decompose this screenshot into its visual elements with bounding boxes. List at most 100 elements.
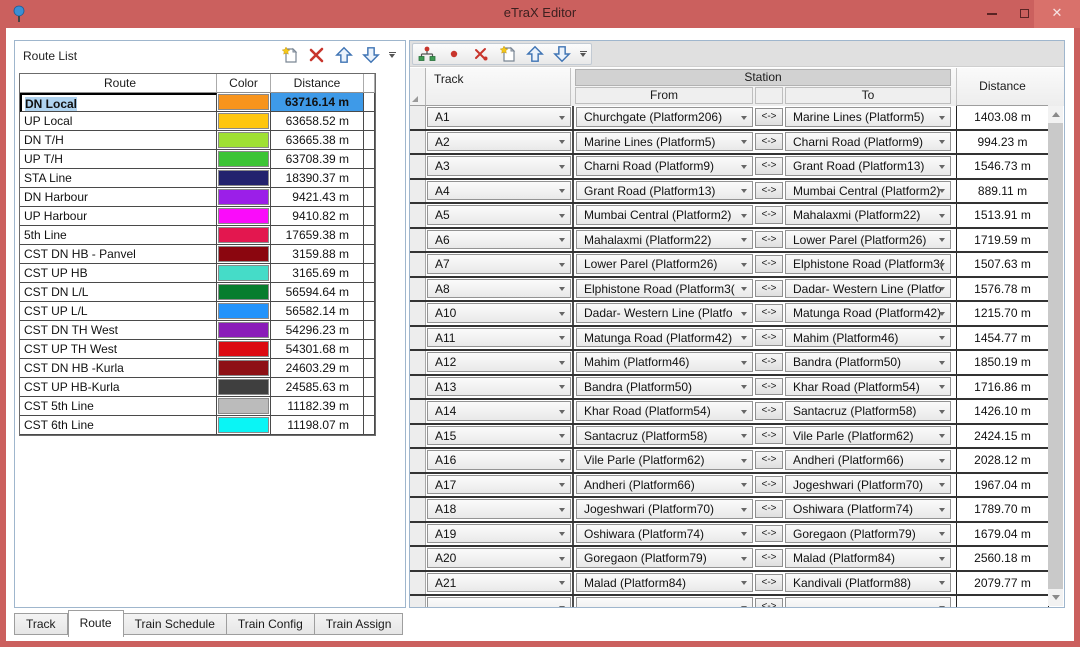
column-header-from[interactable]: From xyxy=(575,87,753,104)
from-station-dropdown[interactable]: Khar Road (Platform54) xyxy=(576,401,753,421)
to-station-dropdown[interactable]: Andheri (Platform66) xyxy=(785,450,951,470)
track-distance-cell[interactable]: 994.23 m xyxy=(956,131,1049,154)
row-selector-cell[interactable] xyxy=(410,474,426,497)
to-station-dropdown[interactable]: Khar Road (Platform54) xyxy=(785,377,951,397)
row-selector-cell[interactable] xyxy=(410,229,426,252)
row-selector-cell[interactable] xyxy=(410,596,426,607)
from-station-dropdown[interactable]: Churchgate (Platform206) xyxy=(576,107,753,127)
route-name-cell[interactable]: CST 6th Line xyxy=(20,416,217,435)
track-distance-cell[interactable]: 1454.77 m xyxy=(956,327,1049,350)
track-dropdown[interactable]: A11 xyxy=(427,328,571,348)
row-selector-cell[interactable] xyxy=(410,327,426,350)
move-down-button[interactable] xyxy=(551,43,573,65)
swap-direction-button[interactable]: <-> xyxy=(755,549,783,567)
from-station-dropdown[interactable]: Mahalaxmi (Platform22) xyxy=(576,230,753,250)
route-name-cell[interactable]: CST DN HB -Kurla xyxy=(20,359,217,378)
track-distance-cell[interactable]: 1850.19 m xyxy=(956,351,1049,374)
track-dropdown[interactable] xyxy=(427,597,571,607)
column-header-distance[interactable]: Distance xyxy=(271,74,364,93)
route-distance-cell[interactable]: 11182.39 m xyxy=(271,397,364,416)
track-dropdown[interactable]: A16 xyxy=(427,450,571,470)
from-station-dropdown[interactable]: Marine Lines (Platform5) xyxy=(576,132,753,152)
route-row[interactable]: DN T/H63665.38 m xyxy=(20,131,375,150)
minimize-button[interactable] xyxy=(976,0,1008,28)
route-distance-cell[interactable]: 3165.69 m xyxy=(271,264,364,283)
route-color-cell[interactable] xyxy=(217,359,271,378)
route-color-cell[interactable] xyxy=(217,378,271,397)
track-dropdown[interactable]: A5 xyxy=(427,205,571,225)
route-row[interactable]: STA Line 18390.37 m xyxy=(20,169,375,188)
row-selector-cell[interactable] xyxy=(410,523,426,546)
to-station-dropdown[interactable]: Lower Parel (Platform26) xyxy=(785,230,951,250)
route-color-cell[interactable] xyxy=(217,93,271,112)
route-name-cell[interactable]: STA Line xyxy=(20,169,217,188)
new-item-button[interactable] xyxy=(279,44,301,66)
from-station-dropdown[interactable]: Jogeshwari (Platform70) xyxy=(576,499,753,519)
to-station-dropdown[interactable]: Vile Parle (Platform62) xyxy=(785,426,951,446)
track-distance-cell[interactable]: 2028.12 m xyxy=(956,449,1049,472)
route-name-cell[interactable]: DN T/H xyxy=(20,131,217,150)
swap-direction-button[interactable]: <-> xyxy=(755,133,783,151)
from-station-dropdown[interactable]: Lower Parel (Platform26) xyxy=(576,254,753,274)
from-station-dropdown[interactable]: Bandra (Platform50) xyxy=(576,377,753,397)
swap-direction-button[interactable]: <-> xyxy=(755,206,783,224)
tree-button[interactable] xyxy=(416,43,438,65)
route-row[interactable]: CST UP HB-Kurla24585.63 m xyxy=(20,378,375,397)
route-color-cell[interactable] xyxy=(217,264,271,283)
from-station-dropdown[interactable]: Dadar- Western Line (Platfo xyxy=(576,303,753,323)
track-distance-cell[interactable]: 1513.91 m xyxy=(956,204,1049,227)
route-color-cell[interactable] xyxy=(217,302,271,321)
track-dropdown[interactable]: A3 xyxy=(427,156,571,176)
route-distance-cell[interactable]: 54301.68 m xyxy=(271,340,364,359)
route-distance-cell[interactable]: 18390.37 m xyxy=(271,169,364,188)
swap-direction-button[interactable]: <-> xyxy=(755,280,783,298)
to-station-dropdown[interactable]: Kandivali (Platform88) xyxy=(785,573,951,593)
from-station-dropdown[interactable]: Charni Road (Platform9) xyxy=(576,156,753,176)
track-distance-cell[interactable]: 2079.77 m xyxy=(956,572,1049,595)
track-dropdown[interactable]: A2 xyxy=(427,132,571,152)
route-distance-cell[interactable]: 54296.23 m xyxy=(271,321,364,340)
route-color-cell[interactable] xyxy=(217,245,271,264)
swap-direction-button[interactable]: <-> xyxy=(755,353,783,371)
route-color-cell[interactable] xyxy=(217,416,271,435)
from-station-dropdown[interactable]: Matunga Road (Platform42) xyxy=(576,328,753,348)
column-header-distance[interactable]: Distance xyxy=(956,68,1048,106)
track-dropdown[interactable]: A17 xyxy=(427,475,571,495)
to-station-dropdown[interactable]: Mahalaxmi (Platform22) xyxy=(785,205,951,225)
row-selector-cell[interactable] xyxy=(410,180,426,203)
swap-direction-button[interactable]: <-> xyxy=(755,476,783,494)
to-station-dropdown[interactable]: Malad (Platform84) xyxy=(785,548,951,568)
route-color-cell[interactable] xyxy=(217,169,271,188)
route-distance-cell[interactable]: 63716.14 m xyxy=(271,93,364,112)
track-dropdown[interactable]: A19 xyxy=(427,524,571,544)
tab-route[interactable]: Route xyxy=(68,610,124,637)
row-selector-cell[interactable] xyxy=(410,106,426,129)
swap-direction-button[interactable]: <-> xyxy=(755,182,783,200)
swap-direction-button[interactable]: <-> xyxy=(755,231,783,249)
route-name-cell[interactable]: CST UP HB-Kurla xyxy=(20,378,217,397)
scroll-up-button[interactable] xyxy=(1048,106,1063,123)
track-dropdown[interactable]: A6 xyxy=(427,230,571,250)
to-station-dropdown[interactable]: Santacruz (Platform58) xyxy=(785,401,951,421)
swap-direction-button[interactable]: <-> xyxy=(755,574,783,592)
route-row[interactable]: CST DN L/L56594.64 m xyxy=(20,283,375,302)
route-row[interactable]: CST DN HB - Panvel3159.88 m xyxy=(20,245,375,264)
to-station-dropdown[interactable]: Matunga Road (Platform42) xyxy=(785,303,951,323)
route-distance-cell[interactable]: 9410.82 m xyxy=(271,207,364,226)
route-distance-cell[interactable]: 56594.64 m xyxy=(271,283,364,302)
to-station-dropdown[interactable]: Grant Road (Platform13) xyxy=(785,156,951,176)
swap-direction-button[interactable]: <-> xyxy=(755,329,783,347)
to-station-dropdown[interactable]: Jogeshwari (Platform70) xyxy=(785,475,951,495)
swap-direction-button[interactable]: <-> xyxy=(755,402,783,420)
tab-train-schedule[interactable]: Train Schedule xyxy=(124,613,227,635)
route-name-cell[interactable]: DN Local xyxy=(20,93,217,112)
route-distance-cell[interactable]: 24603.29 m xyxy=(271,359,364,378)
to-station-dropdown[interactable]: Elphistone Road (Platform3( xyxy=(785,254,951,274)
delete-button[interactable] xyxy=(306,44,328,66)
route-name-cell[interactable]: UP Harbour xyxy=(20,207,217,226)
row-selector-cell[interactable] xyxy=(410,253,426,276)
row-selector-cell[interactable] xyxy=(410,400,426,423)
swap-direction-button[interactable]: <-> xyxy=(755,108,783,126)
row-selector-cell[interactable] xyxy=(410,572,426,595)
route-row[interactable]: CST UP L/L56582.14 m xyxy=(20,302,375,321)
